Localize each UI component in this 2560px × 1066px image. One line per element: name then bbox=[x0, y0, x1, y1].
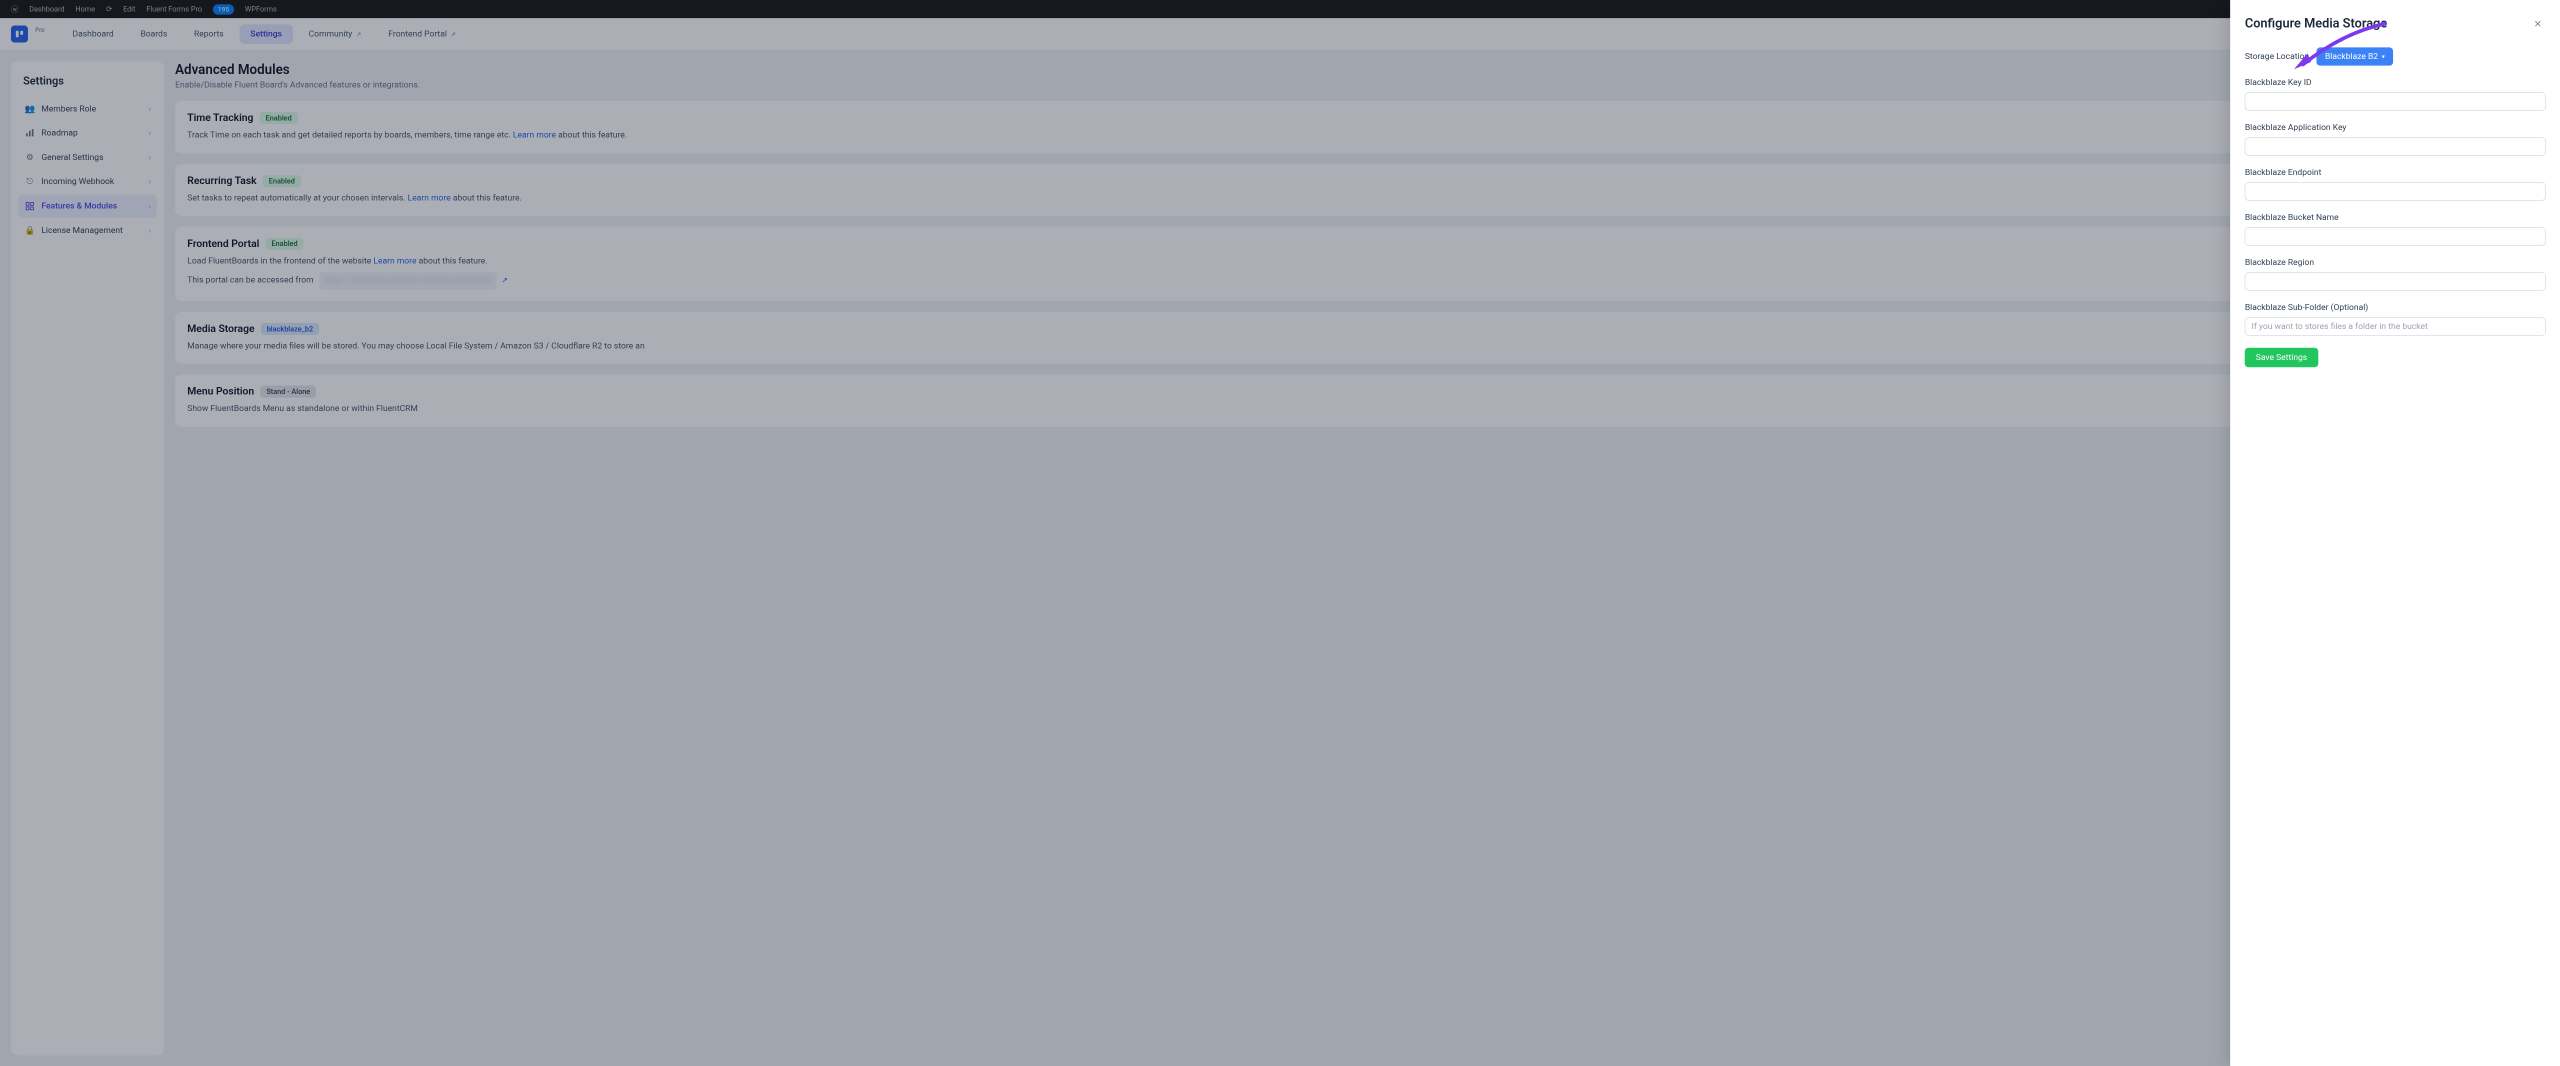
blackblaze-bucket-name-input[interactable] bbox=[2245, 227, 2546, 245]
field-app-key: Blackblaze Application Key bbox=[2245, 123, 2546, 156]
storage-location-row: Storage Location Blackblaze B2 ▾ bbox=[2245, 47, 2546, 65]
blackblaze-region-input[interactable] bbox=[2245, 272, 2546, 290]
blackblaze-endpoint-input[interactable] bbox=[2245, 182, 2546, 200]
storage-location-select[interactable]: Blackblaze B2 ▾ bbox=[2316, 47, 2393, 65]
blackblaze-sub-folder-input[interactable] bbox=[2245, 317, 2546, 335]
save-settings-button[interactable]: Save Settings bbox=[2245, 348, 2318, 367]
configure-media-storage-drawer: Configure Media Storage Storage Location… bbox=[2230, 0, 2560, 1066]
storage-location-label: Storage Location bbox=[2245, 52, 2309, 62]
drawer-title: Configure Media Storage bbox=[2245, 16, 2387, 31]
chevron-down-icon: ▾ bbox=[2382, 53, 2385, 60]
close-button[interactable] bbox=[2530, 16, 2546, 32]
modal-scrim[interactable] bbox=[0, 0, 2560, 1066]
field-sub-folder: Blackblaze Sub-Folder (Optional) bbox=[2245, 303, 2546, 336]
blackblaze-application-key-input[interactable] bbox=[2245, 137, 2546, 155]
field-region: Blackblaze Region bbox=[2245, 258, 2546, 291]
blackblaze-key-id-input[interactable] bbox=[2245, 92, 2546, 110]
field-key-id: Blackblaze Key ID bbox=[2245, 78, 2546, 111]
field-endpoint: Blackblaze Endpoint bbox=[2245, 168, 2546, 201]
field-bucket: Blackblaze Bucket Name bbox=[2245, 213, 2546, 246]
